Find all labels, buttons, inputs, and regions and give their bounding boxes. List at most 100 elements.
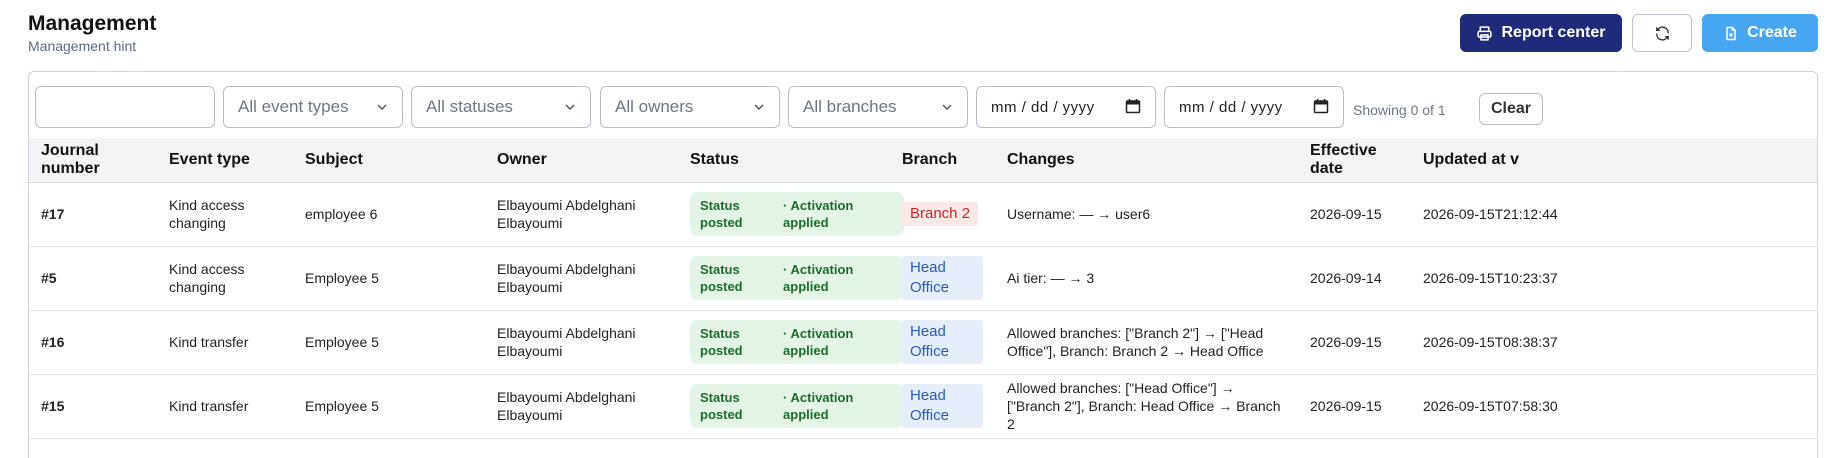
status-cell: Status posted · Activation applied xyxy=(678,374,904,438)
col-subject[interactable]: Subject xyxy=(293,138,485,183)
chevron-down-icon xyxy=(942,104,952,110)
event-type-cell: Kind access changing xyxy=(169,261,245,295)
status-select[interactable]: All statuses xyxy=(411,86,591,128)
chevron-down-icon xyxy=(377,104,387,110)
table-header-row: Journal number Event type Subject Owner … xyxy=(29,138,1817,183)
filter-bar: All event types All statuses All owners … xyxy=(29,72,1817,138)
branch-value: All branches xyxy=(803,97,897,116)
event-type-cell: Kind transfer xyxy=(169,398,249,414)
status-posted-text: Status posted xyxy=(700,198,743,230)
table-row[interactable]: #15 Kind transfer Employee 5 Elbayoumi A… xyxy=(29,374,1817,438)
status-badge: Status posted · Activation applied xyxy=(690,192,904,236)
updated-at-cell: 2026-09-15T08:38:37 xyxy=(1423,334,1558,350)
branch-cell: Head Office xyxy=(890,246,995,310)
changes-cell: Allowed branches: ["Head Office"] → ["Br… xyxy=(1007,380,1281,432)
event-type-value: All event types xyxy=(238,97,349,116)
updated-at-cell: 2026-09-15T10:23:37 xyxy=(1423,270,1558,286)
col-branch[interactable]: Branch xyxy=(890,138,995,183)
event-type-select[interactable]: All event types xyxy=(223,86,403,128)
col-journal-number[interactable]: Journal number xyxy=(29,138,157,183)
subject-cell: Employee 5 xyxy=(305,270,379,286)
status-activation-text: · Activation applied xyxy=(783,262,854,294)
col-event-type[interactable]: Event type xyxy=(157,138,293,183)
col-status[interactable]: Status xyxy=(678,138,890,183)
document-plus-icon xyxy=(1726,26,1736,40)
effective-date-cell: 2026-09-15 xyxy=(1310,334,1382,350)
status-cell: Status posted · Activation applied xyxy=(678,246,904,310)
header-actions: Report center Create xyxy=(1460,14,1818,52)
effective-date-cell: 2026-09-14 xyxy=(1310,270,1382,286)
status-posted-text: Status posted xyxy=(700,390,743,422)
owner-cell: Elbayoumi Abdelghani Elbayoumi xyxy=(497,261,636,295)
branch-cell: Head Office xyxy=(890,310,995,374)
status-cell: Status posted · Activation applied xyxy=(678,182,904,246)
updated-at-cell: 2026-09-15T07:58:30 xyxy=(1423,398,1558,414)
changes-cell: Allowed branches: ["Branch 2"] → ["Head … xyxy=(1007,325,1264,359)
owner-cell: Elbayoumi Abdelghani Elbayoumi xyxy=(497,197,636,231)
table-row[interactable]: #16 Kind transfer Employee 5 Elbayoumi A… xyxy=(29,310,1817,374)
status-activation-text: · Activation applied xyxy=(783,198,854,230)
col-owner[interactable]: Owner xyxy=(485,138,678,183)
status-activation-text: · Activation applied xyxy=(783,326,854,358)
refresh-button[interactable] xyxy=(1632,14,1692,52)
date-from-input[interactable]: mm / dd / yyyy xyxy=(976,86,1156,128)
event-type-cell: Kind access changing xyxy=(169,197,245,231)
search-input[interactable] xyxy=(35,86,215,128)
chevron-down-icon xyxy=(565,104,575,110)
report-center-label: Report center xyxy=(1501,24,1606,41)
journal-panel: All event types All statuses All owners … xyxy=(28,71,1818,458)
journal-number-cell: #17 xyxy=(41,206,65,222)
effective-date-cell: 2026-09-15 xyxy=(1310,206,1382,222)
refresh-icon xyxy=(1655,25,1669,41)
col-changes[interactable]: Changes xyxy=(995,138,1298,183)
create-label: Create xyxy=(1747,24,1797,41)
status-cell: Status posted · Activation applied xyxy=(678,310,904,374)
branch-cell: Branch 2 xyxy=(890,182,995,246)
date-to-value: mm / dd / yyyy xyxy=(1179,98,1283,116)
calendar-icon xyxy=(1313,99,1329,114)
updated-at-cell: 2026-09-15T21:12:44 xyxy=(1423,206,1558,222)
chevron-down-icon xyxy=(754,104,764,110)
branch-badge: Head Office xyxy=(902,384,983,428)
col-effective-date[interactable]: Effective date xyxy=(1298,138,1411,183)
branch-badge: Head Office xyxy=(902,256,983,300)
effective-date-cell: 2026-09-15 xyxy=(1310,398,1382,414)
branch-badge: Head Office xyxy=(902,320,983,364)
journal-number-cell: #16 xyxy=(41,334,65,350)
printer-icon xyxy=(1477,25,1493,41)
owner-cell: Elbayoumi Abdelghani Elbayoumi xyxy=(497,325,636,359)
table-row[interactable]: #17 Kind access changing employee 6 Elba… xyxy=(29,182,1817,246)
col-updated-at[interactable]: Updated at v xyxy=(1411,138,1817,183)
subject-cell: Employee 5 xyxy=(305,398,379,414)
journal-number-cell: #5 xyxy=(41,270,57,286)
date-to-input[interactable]: mm / dd / yyyy xyxy=(1164,86,1344,128)
status-activation-text: · Activation applied xyxy=(783,390,854,422)
page-title: Management xyxy=(28,12,157,35)
calendar-icon xyxy=(1125,99,1141,114)
changes-cell: Username: — → user6 xyxy=(1007,206,1151,222)
result-count: Showing 0 of 1 xyxy=(1353,102,1446,118)
journal-number-cell: #15 xyxy=(41,398,65,414)
subject-cell: Employee 5 xyxy=(305,334,379,350)
journal-table: Journal number Event type Subject Owner … xyxy=(29,138,1817,439)
owner-select[interactable]: All owners xyxy=(600,86,780,128)
page-hint: Management hint xyxy=(28,38,137,54)
owner-value: All owners xyxy=(615,97,694,116)
owner-cell: Elbayoumi Abdelghani Elbayoumi xyxy=(497,389,636,423)
changes-cell: Ai tier: — → 3 xyxy=(1007,270,1095,286)
status-badge: Status posted · Activation applied xyxy=(690,256,904,300)
branch-badge: Branch 2 xyxy=(902,202,979,226)
create-button[interactable]: Create xyxy=(1702,14,1818,52)
subject-cell: employee 6 xyxy=(305,206,378,222)
status-posted-text: Status posted xyxy=(700,262,743,294)
table-row[interactable]: #5 Kind access changing Employee 5 Elbay… xyxy=(29,246,1817,310)
branch-cell: Head Office xyxy=(890,374,995,438)
status-value: All statuses xyxy=(426,97,513,116)
report-center-button[interactable]: Report center xyxy=(1460,14,1622,52)
branch-select[interactable]: All branches xyxy=(788,86,968,128)
date-from-value: mm / dd / yyyy xyxy=(991,98,1095,116)
status-posted-text: Status posted xyxy=(700,326,743,358)
page-header: Management Management hint xyxy=(28,12,156,54)
status-badge: Status posted · Activation applied xyxy=(690,320,904,364)
clear-button[interactable]: Clear xyxy=(1479,93,1543,125)
